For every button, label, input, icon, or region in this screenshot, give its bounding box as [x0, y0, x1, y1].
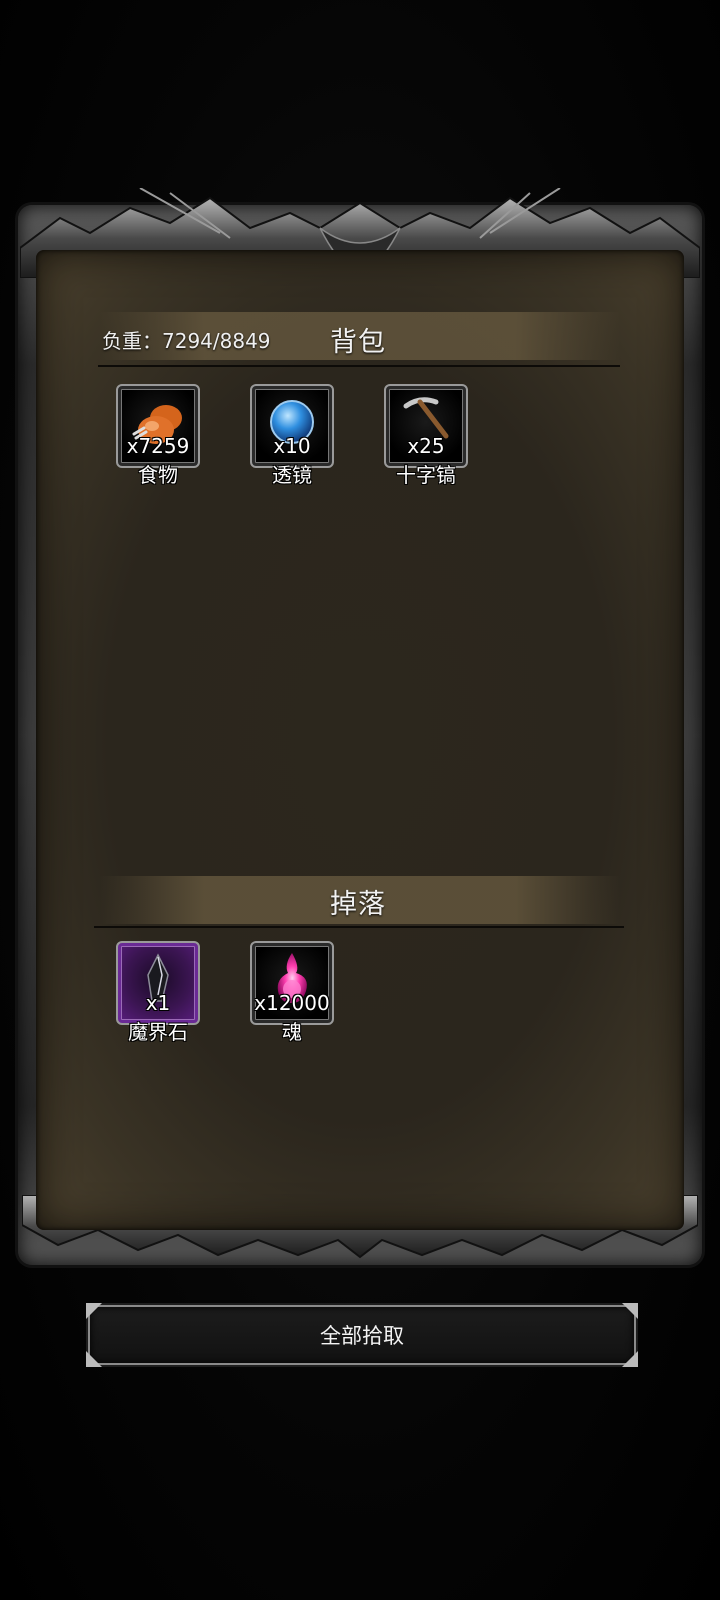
item-name: 魂 — [282, 1020, 302, 1044]
backpack-title: 背包 — [330, 327, 386, 358]
button-corner-ornament — [622, 1303, 638, 1319]
button-corner-ornament — [622, 1351, 638, 1367]
item-name: 魔界石 — [128, 1020, 188, 1044]
item-quantity: x12000 — [254, 991, 330, 1015]
item-quantity: x10 — [273, 434, 311, 458]
weight-label: 负重：7294/8849 — [102, 329, 271, 353]
backpack-item-lens[interactable]: x10 透镜 — [250, 384, 334, 487]
drop-item-demon-stone[interactable]: x1 魔界石 — [116, 941, 200, 1044]
drops-divider — [94, 926, 624, 928]
button-corner-ornament — [86, 1351, 102, 1367]
backpack-item-pickaxe[interactable]: x25 十字镐 — [384, 384, 468, 487]
item-quantity: x1 — [145, 991, 171, 1015]
item-quantity: x7259 — [126, 434, 190, 458]
item-name: 十字镐 — [396, 463, 456, 487]
pickup-all-label: 全部拾取 — [320, 1324, 404, 1348]
backpack-item-food[interactable]: x7259 食物 — [116, 384, 200, 487]
item-name: 食物 — [138, 463, 178, 487]
item-quantity: x25 — [407, 434, 445, 458]
screen: 负重：7294/8849 背包 x7259 食物 x10 透镜 x25 十字镐 … — [0, 0, 720, 1600]
pickup-all-button[interactable]: 全部拾取 — [86, 1303, 638, 1367]
drop-item-soul[interactable]: x12000 魂 — [250, 941, 334, 1044]
drops-title: 掉落 — [330, 889, 386, 920]
item-name: 透镜 — [272, 463, 312, 487]
button-corner-ornament — [86, 1303, 102, 1319]
backpack-divider — [98, 365, 620, 367]
